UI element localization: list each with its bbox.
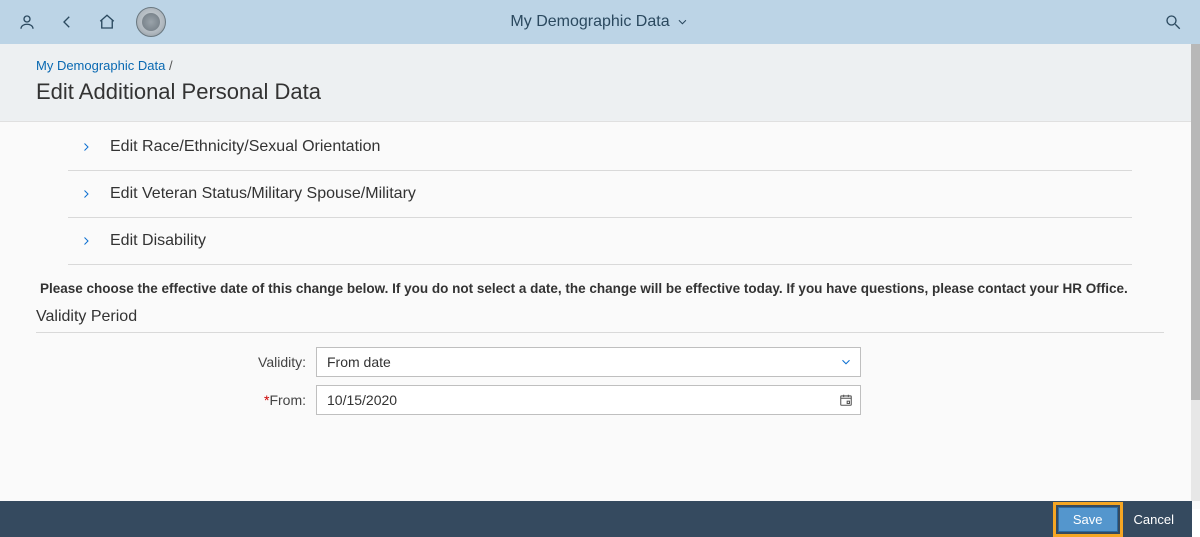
page-header: My Demographic Data / Edit Additional Pe… (0, 44, 1200, 122)
state-seal-logo (136, 7, 166, 37)
accordion-label: Edit Disability (110, 232, 206, 250)
breadcrumb: My Demographic Data / (36, 58, 1164, 73)
from-field: 10/15/2020 (316, 385, 861, 415)
chevron-right-icon (80, 188, 92, 200)
accordion-item-race[interactable]: Edit Race/Ethnicity/Sexual Orientation (68, 122, 1132, 171)
search-icon[interactable] (1162, 11, 1184, 33)
scrollbar-thumb[interactable] (1191, 44, 1200, 400)
cancel-button[interactable]: Cancel (1128, 508, 1180, 531)
form-row-from: *From: 10/15/2020 (36, 385, 1164, 415)
footer-bar: Save Cancel (0, 501, 1192, 537)
home-icon[interactable] (96, 11, 118, 33)
accordion-item-disability[interactable]: Edit Disability (68, 218, 1132, 265)
breadcrumb-link[interactable]: My Demographic Data (36, 58, 165, 73)
section-title: Validity Period (36, 308, 1164, 333)
back-icon[interactable] (56, 11, 78, 33)
from-date-value: 10/15/2020 (327, 392, 397, 408)
accordion-label: Edit Race/Ethnicity/Sexual Orientation (110, 138, 380, 156)
accordion: Edit Race/Ethnicity/Sexual Orientation E… (68, 122, 1132, 265)
notice-text: Please choose the effective date of this… (40, 281, 1160, 296)
shell-left (16, 7, 166, 37)
calendar-icon (839, 393, 853, 407)
validity-section: Validity Period Validity: From date *Fro… (36, 308, 1164, 415)
form-row-validity: Validity: From date (36, 347, 1164, 377)
shell-right (1162, 11, 1184, 33)
chevron-right-icon (80, 141, 92, 153)
content-area: Edit Race/Ethnicity/Sexual Orientation E… (0, 122, 1200, 509)
validity-select[interactable]: From date (316, 347, 861, 377)
from-date-input[interactable]: 10/15/2020 (316, 385, 861, 415)
validity-select-value: From date (327, 354, 391, 370)
breadcrumb-separator: / (169, 58, 173, 73)
accordion-label: Edit Veteran Status/Military Spouse/Mili… (110, 185, 416, 203)
chevron-down-icon (676, 15, 690, 29)
chevron-right-icon (80, 235, 92, 247)
save-button[interactable]: Save (1058, 507, 1118, 532)
validity-label: Validity: (36, 354, 316, 370)
chevron-down-icon (839, 355, 853, 369)
accordion-item-veteran[interactable]: Edit Veteran Status/Military Spouse/Mili… (68, 171, 1132, 218)
shell-title-text: My Demographic Data (510, 13, 669, 31)
from-label: *From: (36, 392, 316, 408)
scrollbar[interactable] (1191, 44, 1200, 501)
validity-field: From date (316, 347, 861, 377)
user-icon[interactable] (16, 11, 38, 33)
shell-title-dropdown[interactable]: My Demographic Data (510, 13, 689, 31)
page-title: Edit Additional Personal Data (36, 79, 1164, 105)
shell-bar: My Demographic Data (0, 0, 1200, 44)
